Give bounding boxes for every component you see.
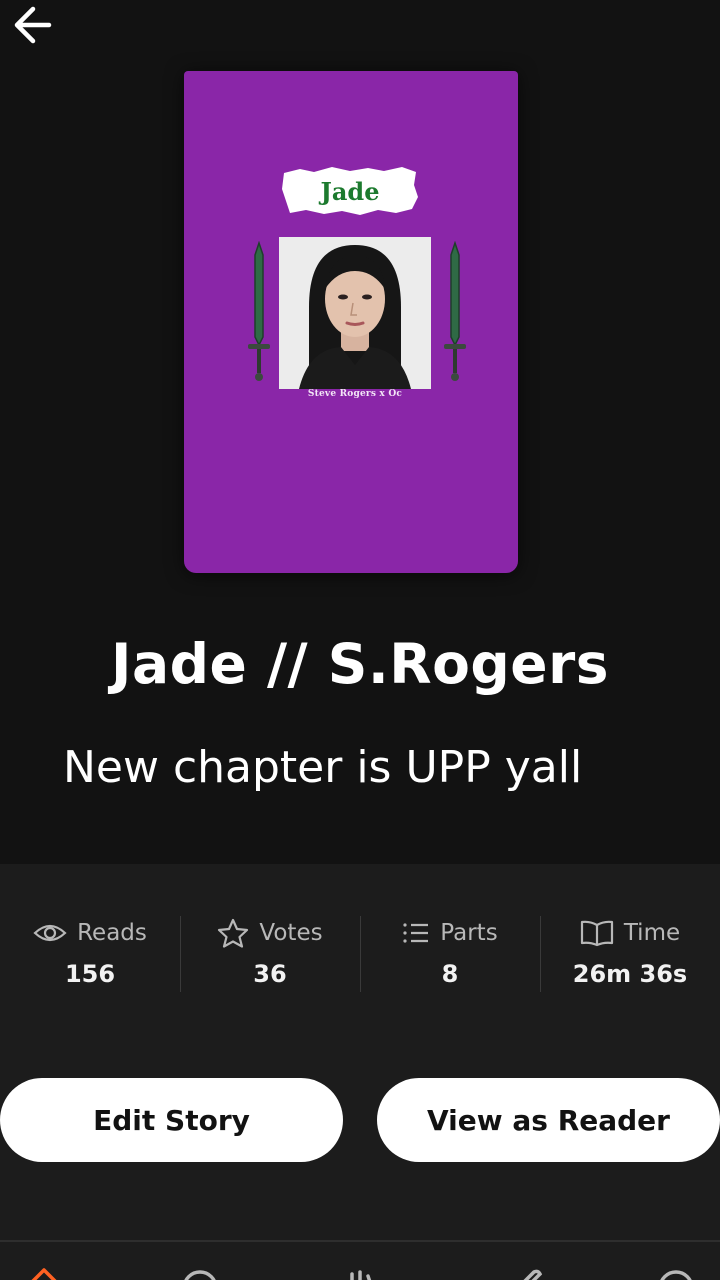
search-icon [184, 1270, 216, 1280]
stats-row: Reads 156 Votes 36 Parts 8 Time 26m 36s [0, 916, 720, 996]
stat-label: Reads [77, 920, 147, 946]
stat-label: Votes [259, 920, 323, 946]
story-stats-panel: Reads 156 Votes 36 Parts 8 Time 26m 36s … [0, 864, 720, 1240]
view-as-reader-button[interactable]: View as Reader [377, 1078, 720, 1162]
nav-home[interactable] [22, 1264, 66, 1280]
cover-photo [279, 237, 431, 389]
eye-icon [33, 924, 67, 942]
stat-value: 26m 36s [572, 960, 688, 988]
profile-icon [660, 1270, 692, 1280]
bottom-nav-bar [0, 1240, 720, 1280]
nav-search[interactable] [178, 1264, 222, 1280]
stat-value: 156 [64, 960, 116, 988]
nav-profile[interactable] [654, 1264, 698, 1280]
nav-write[interactable] [504, 1264, 548, 1280]
cover-subtitle: Steve Rogers x Oc [307, 389, 403, 399]
arrow-left-icon [14, 6, 52, 44]
library-icon [350, 1270, 372, 1280]
sword-icon [248, 241, 270, 381]
story-title: Jade // S.Rogers [111, 632, 609, 696]
stat-parts: Parts 8 [360, 916, 540, 996]
cover-title: Jade [320, 176, 380, 206]
stat-reads: Reads 156 [0, 916, 180, 996]
story-description: New chapter is UPP yall [63, 742, 583, 793]
sword-icon [444, 241, 466, 381]
stat-value: 36 [253, 960, 287, 988]
story-cover[interactable]: Jade Steve Rogers x Oc [184, 71, 518, 573]
back-button[interactable] [6, 2, 60, 48]
book-icon [580, 920, 613, 947]
nav-library[interactable] [340, 1264, 384, 1280]
home-icon [31, 1268, 57, 1280]
list-icon [403, 923, 429, 943]
star-icon [218, 918, 249, 948]
story-header-area: Jade Steve Rogers x Oc Jade // S.Rogers … [0, 0, 720, 864]
cover-title-label: Jade [280, 163, 420, 219]
write-icon [523, 1269, 543, 1280]
edit-story-button[interactable]: Edit Story [0, 1078, 343, 1162]
stat-time: Time 26m 36s [540, 916, 720, 996]
stat-label: Time [623, 920, 681, 946]
stat-value: 8 [441, 960, 459, 988]
stat-votes: Votes 36 [180, 916, 360, 996]
stat-label: Parts [440, 920, 498, 946]
